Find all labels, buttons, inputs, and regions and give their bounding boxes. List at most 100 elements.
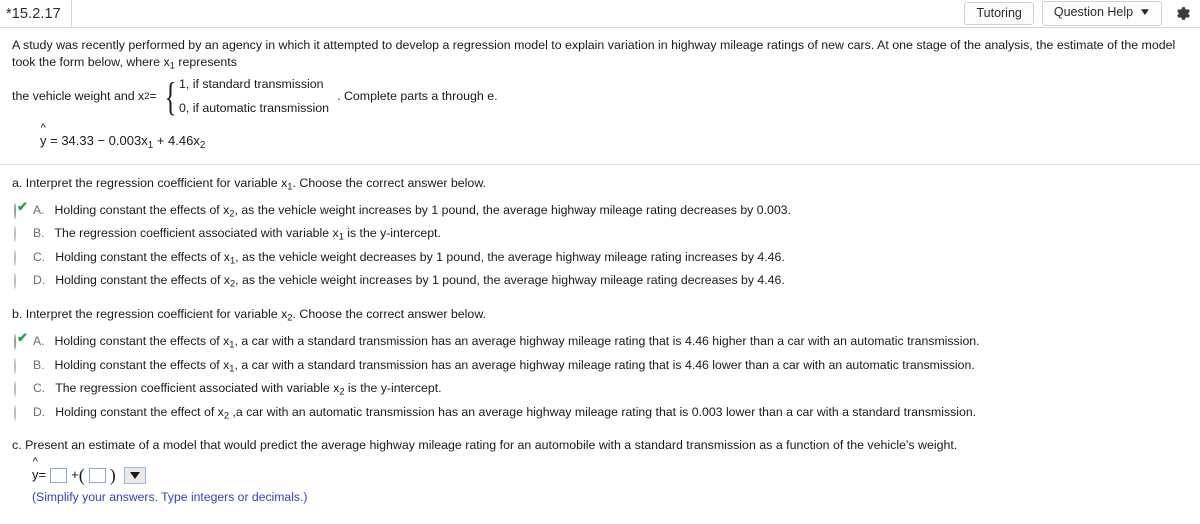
option-letter: A.	[33, 202, 45, 217]
radio-circle-icon	[14, 334, 16, 351]
problem-line2-equals: =	[149, 88, 157, 103]
answer-input-intercept[interactable]	[50, 467, 68, 483]
question-help-label: Question Help	[1053, 5, 1134, 19]
chevron-down-icon: ▼	[1138, 7, 1152, 18]
part-a-prompt: a. Interpret the regression coefficient …	[0, 165, 1200, 193]
question-help-button[interactable]: Question Help ▼	[1041, 1, 1162, 26]
radio-circle-icon	[14, 249, 16, 266]
equation-body-1: = 34.33 − 0.003x	[46, 132, 148, 148]
option-letter: D.	[33, 273, 46, 288]
answer-input-slope[interactable]	[88, 467, 106, 483]
option-letter: C.	[33, 249, 46, 264]
part-b-prompt: b. Interpret the regression coefficient …	[0, 296, 1200, 324]
radio-circle-icon	[14, 357, 16, 374]
option-text: The regression coefficient associated wi…	[55, 380, 441, 398]
option-text: Holding constant the effects of x1, a ca…	[55, 357, 975, 375]
option-text-part2: , as the vehicle weight increases by 1 p…	[235, 273, 785, 288]
option-text-part1: Holding constant the effects of x	[54, 202, 230, 217]
piecewise-cases: 1, if standard transmission 0, if automa…	[176, 76, 329, 116]
radio-button[interactable]: ✔	[14, 330, 28, 351]
piecewise-definition: { 1, if standard transmission 0, if auto…	[160, 76, 329, 116]
part-a-prompt-text2: . Choose the correct answer below.	[292, 175, 487, 190]
part-a-option-c[interactable]: C. Holding constant the effects of x1, a…	[0, 249, 1200, 273]
radio-button[interactable]	[14, 273, 27, 290]
option-text-part1: Holding constant the effect of x	[55, 404, 224, 419]
part-b-options: ✔ A. Holding constant the effects of x1,…	[0, 324, 1200, 427]
piecewise-case-1: 1, if standard transmission	[178, 77, 324, 92]
option-letter: A.	[33, 334, 45, 349]
option-letter: B.	[33, 226, 45, 241]
radio-button[interactable]	[14, 357, 27, 374]
part-b-option-c[interactable]: C. The regression coefficient associated…	[0, 380, 1200, 404]
problem-complete-parts-text: . Complete parts a through e.	[337, 88, 498, 103]
part-b-option-d[interactable]: D. Holding constant the effect of x2 ,a …	[0, 404, 1200, 428]
part-a-option-a[interactable]: ✔ A. Holding constant the effects of x2,…	[0, 198, 1200, 226]
question-header-bar: *15.2.17 Tutoring Question Help ▼	[0, 0, 1200, 28]
option-text-part2: , a car with a standard transmission has…	[234, 334, 980, 349]
problem-line2-prefix: the vehicle weight and x	[12, 88, 145, 103]
option-text: Holding constant the effects of x1, as t…	[55, 249, 785, 267]
problem-statement-line1: A study was recently performed by an age…	[0, 28, 1200, 72]
question-number-tab[interactable]: *15.2.17	[0, 0, 72, 27]
option-text: Holding constant the effects of x1, a ca…	[55, 333, 980, 351]
tutoring-button[interactable]: Tutoring	[964, 2, 1034, 25]
equation-sub-2: 2	[199, 139, 206, 151]
y-letter: y	[40, 132, 47, 148]
option-letter: C.	[33, 381, 46, 396]
left-brace-glyph: {	[164, 73, 177, 119]
variable-select-dropdown[interactable]	[123, 466, 146, 484]
equation-body-2: + 4.46x	[153, 132, 200, 148]
radio-button[interactable]	[14, 404, 27, 421]
answer-equals: =	[38, 467, 47, 483]
hat-accent: ^	[40, 121, 46, 134]
problem-intro-text2: represents	[174, 54, 237, 69]
answer-plus-sign: +	[71, 467, 79, 483]
part-b-option-a[interactable]: ✔ A. Holding constant the effects of x1,…	[0, 330, 1200, 357]
y-hat-symbol: ^ y	[40, 122, 47, 150]
option-text-part2: , as the vehicle weight increases by 1 p…	[234, 202, 791, 217]
option-text-part1: The regression coefficient associated wi…	[55, 381, 340, 396]
chevron-down-icon	[129, 471, 140, 479]
piecewise-case-2: 0, if automatic transmission	[178, 100, 330, 115]
part-a-option-b[interactable]: B. The regression coefficient associated…	[0, 225, 1200, 249]
option-text-part1: Holding constant the effects of x	[55, 249, 230, 264]
radio-circle-icon	[14, 202, 16, 219]
checkmark-icon: ✔	[17, 330, 28, 346]
part-b-option-b[interactable]: B. Holding constant the effects of x1, a…	[0, 357, 1200, 381]
option-text-part2: is the y-intercept.	[344, 381, 442, 396]
option-text: Holding constant the effects of x2, as t…	[55, 202, 791, 220]
part-c-prompt: c. Present an estimate of a model that w…	[12, 438, 958, 453]
part-a-options: ✔ A. Holding constant the effects of x2,…	[0, 193, 1200, 296]
option-text: Holding constant the effects of x2, as t…	[55, 272, 785, 290]
radio-button[interactable]	[14, 381, 27, 398]
option-text-part1: Holding constant the effects of x	[54, 334, 230, 349]
radio-circle-icon	[14, 226, 16, 243]
part-b-prompt-text2: . Choose the correct answer below.	[292, 306, 487, 321]
radio-circle-icon	[14, 404, 16, 421]
option-text-part2: , as the vehicle weight decreases by 1 p…	[235, 249, 785, 264]
gear-icon[interactable]	[1172, 4, 1192, 24]
radio-circle-icon	[14, 273, 16, 290]
radio-button[interactable]	[14, 249, 27, 266]
option-text-part1: Holding constant the effects of x	[55, 273, 230, 288]
part-a-prompt-text1: a. Interpret the regression coefficient …	[12, 175, 288, 190]
radio-button[interactable]: ✔	[14, 198, 28, 219]
header-actions: Tutoring Question Help ▼	[964, 0, 1200, 27]
question-content: A study was recently performed by an age…	[0, 28, 1200, 506]
option-text-part2: is the y-intercept.	[343, 226, 441, 241]
radio-circle-icon	[14, 381, 16, 398]
option-text-part1: Holding constant the effects of x	[54, 357, 230, 372]
hat-accent: ^	[32, 456, 38, 469]
option-text-part1: The regression coefficient associated wi…	[54, 226, 339, 241]
y-hat-symbol: ^ y	[32, 457, 39, 484]
y-letter: y	[32, 467, 39, 483]
tutoring-label: Tutoring	[976, 6, 1022, 20]
part-a-option-d[interactable]: D. Holding constant the effects of x2, a…	[0, 272, 1200, 296]
problem-statement-line2: the vehicle weight and x2 = { 1, if stan…	[0, 72, 1200, 116]
checkmark-icon: ✔	[17, 198, 28, 214]
part-c-hint: (Simplify your answers. Type integers or…	[32, 490, 308, 505]
option-text-part2: ,a car with an automatic transmission ha…	[229, 404, 977, 419]
open-paren: (	[78, 465, 85, 486]
radio-button[interactable]	[14, 226, 27, 243]
option-letter: D.	[33, 404, 46, 419]
